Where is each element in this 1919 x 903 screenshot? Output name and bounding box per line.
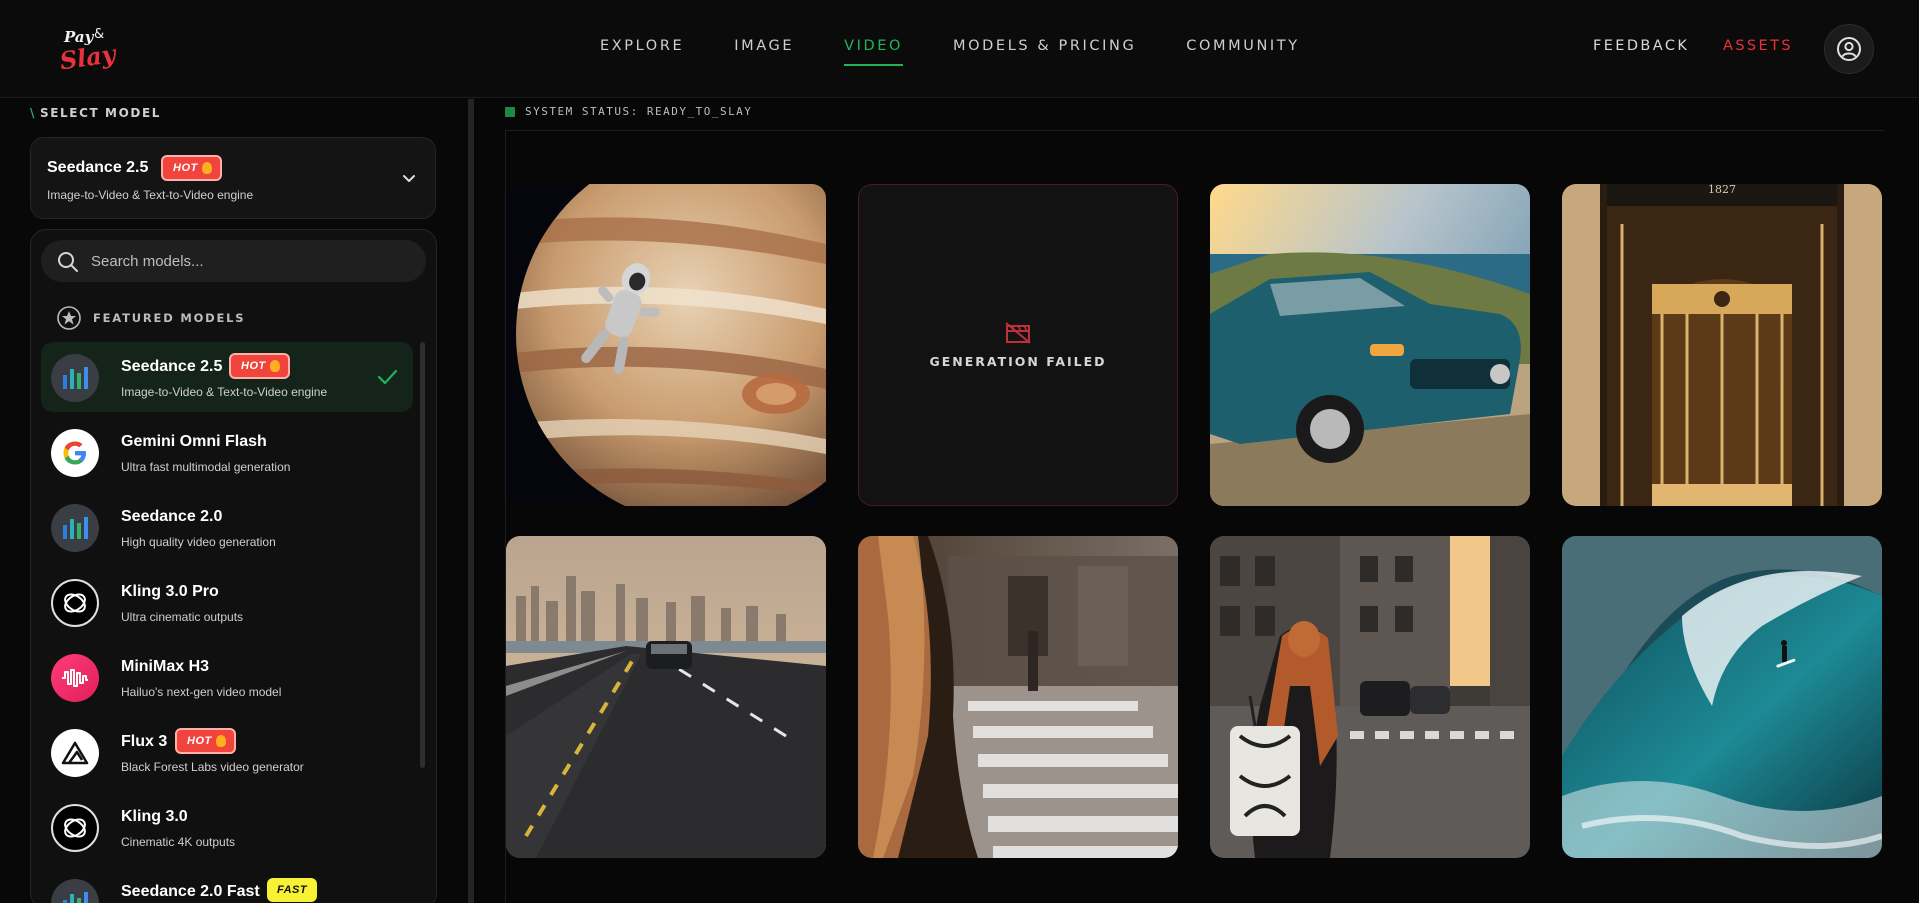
model-name: Seedance 2.5 (121, 358, 223, 375)
model-name: Seedance 2.0 Fast (121, 883, 260, 900)
hot-badge: HOT (175, 728, 236, 754)
video-thumbnail-crosswalk[interactable] (858, 536, 1178, 858)
nav-video[interactable]: VIDEO (844, 38, 903, 66)
model-item-flux-3[interactable]: Flux 3 HOT Black Forest Labs video gener… (41, 717, 413, 787)
kling-icon (51, 579, 99, 627)
generation-failed-label: GENERATION FAILED (929, 353, 1107, 369)
seedance-icon (51, 504, 99, 552)
video-off-icon (1005, 321, 1031, 344)
status-indicator (505, 106, 515, 117)
model-item-gemini-omni-flash[interactable]: Gemini Omni Flash Ultra fast multimodal … (41, 417, 413, 487)
sidebar-scrollbar[interactable] (468, 99, 474, 903)
kling-icon (51, 804, 99, 852)
video-thumbnail-street[interactable] (1210, 536, 1530, 858)
checkmark-icon (377, 369, 398, 385)
model-item-kling-3-0[interactable]: Kling 3.0 Cinematic 4K outputs (41, 792, 413, 862)
video-thumbnail-city-road[interactable] (506, 536, 826, 858)
model-name: Gemini Omni Flash (121, 433, 267, 450)
nav-explore[interactable]: EXPLORE (600, 38, 684, 54)
nav-community[interactable]: COMMUNITY (1186, 38, 1299, 54)
building-number: 1827 (1708, 184, 1736, 196)
chevron-down-icon[interactable] (401, 170, 417, 186)
user-icon (1837, 37, 1861, 61)
model-item-minimax-h3[interactable]: MiniMax H3 Hailuo's next-gen video model (41, 642, 413, 712)
model-desc: Ultra cinematic outputs (121, 610, 244, 624)
video-tile-failed[interactable]: GENERATION FAILED (858, 184, 1178, 506)
model-desc: Black Forest Labs video generator (121, 760, 304, 774)
model-item-seedance-2-0[interactable]: Seedance 2.0 High quality video generati… (41, 492, 413, 562)
selected-model-name: Seedance 2.5 (47, 159, 149, 176)
fast-badge: FAST (267, 878, 318, 902)
assets-link[interactable]: ASSETS (1723, 38, 1793, 54)
select-model-label: \ SELECT MODEL (30, 106, 161, 120)
system-status: SYSTEM STATUS: READY_TO_SLAY (505, 105, 752, 118)
nav-models-pricing[interactable]: MODELS & PRICING (953, 38, 1136, 54)
top-header: Pay & Slay EXPLORE IMAGE VIDEO MODELS & … (0, 0, 1919, 98)
user-account-button[interactable] (1824, 24, 1874, 74)
model-name: Seedance 2.0 (121, 508, 223, 525)
model-name: MiniMax H3 (121, 658, 210, 675)
model-desc: Ultra fast multimodal generation (121, 460, 291, 474)
hot-badge: HOT (161, 155, 222, 181)
model-desc: Hailuo's next-gen video model (121, 685, 282, 699)
model-item-kling-3-0-pro[interactable]: Kling 3.0 Pro Ultra cinematic outputs (41, 567, 413, 637)
search-icon (58, 252, 78, 272)
hot-badge: HOT (229, 353, 290, 379)
model-name: Kling 3.0 Pro (121, 583, 219, 600)
video-thumbnail-car[interactable] (1210, 184, 1530, 506)
model-item-seedance-2-5[interactable]: Seedance 2.5 HOT Image-to-Video & Text-t… (41, 342, 413, 412)
google-icon (51, 429, 99, 477)
video-thumbnail-revolving-door[interactable]: 1827 (1562, 184, 1882, 506)
flame-icon (201, 162, 212, 174)
model-desc: Cinematic 4K outputs (121, 835, 236, 849)
model-dropdown-panel: FEATURED MODELS Seedance 2.5 HOT Image-t… (30, 229, 437, 903)
model-item-seedance-2-0-fast[interactable]: Seedance 2.0 Fast FAST (41, 867, 413, 903)
logo[interactable]: Pay & Slay (56, 20, 126, 76)
featured-models-heading: FEATURED MODELS (57, 306, 245, 330)
seedance-icon (51, 879, 99, 903)
star-icon (57, 306, 81, 330)
video-thumbnail-astronaut[interactable] (506, 184, 826, 506)
flux-icon (51, 729, 99, 777)
model-name: Flux 3 (121, 733, 168, 750)
seedance-icon (51, 354, 99, 402)
video-thumbnail-surfer[interactable] (1562, 536, 1882, 858)
model-desc: High quality video generation (121, 535, 276, 549)
selected-model-desc: Image-to-Video & Text-to-Video engine (47, 188, 254, 202)
flame-icon (269, 360, 280, 372)
search-input[interactable] (91, 240, 411, 282)
flame-icon (215, 735, 226, 747)
model-desc: Image-to-Video & Text-to-Video engine (121, 385, 328, 399)
model-list-scrollbar[interactable] (420, 342, 425, 768)
nav-image[interactable]: IMAGE (734, 38, 794, 54)
model-selector[interactable]: Seedance 2.5 HOT Image-to-Video & Text-t… (30, 137, 436, 219)
search-box (41, 240, 426, 282)
minimax-icon (51, 654, 99, 702)
feedback-link[interactable]: FEEDBACK (1593, 38, 1689, 54)
model-name: Kling 3.0 (121, 808, 188, 825)
main-nav: EXPLORE IMAGE VIDEO MODELS & PRICING COM… (600, 38, 1350, 66)
